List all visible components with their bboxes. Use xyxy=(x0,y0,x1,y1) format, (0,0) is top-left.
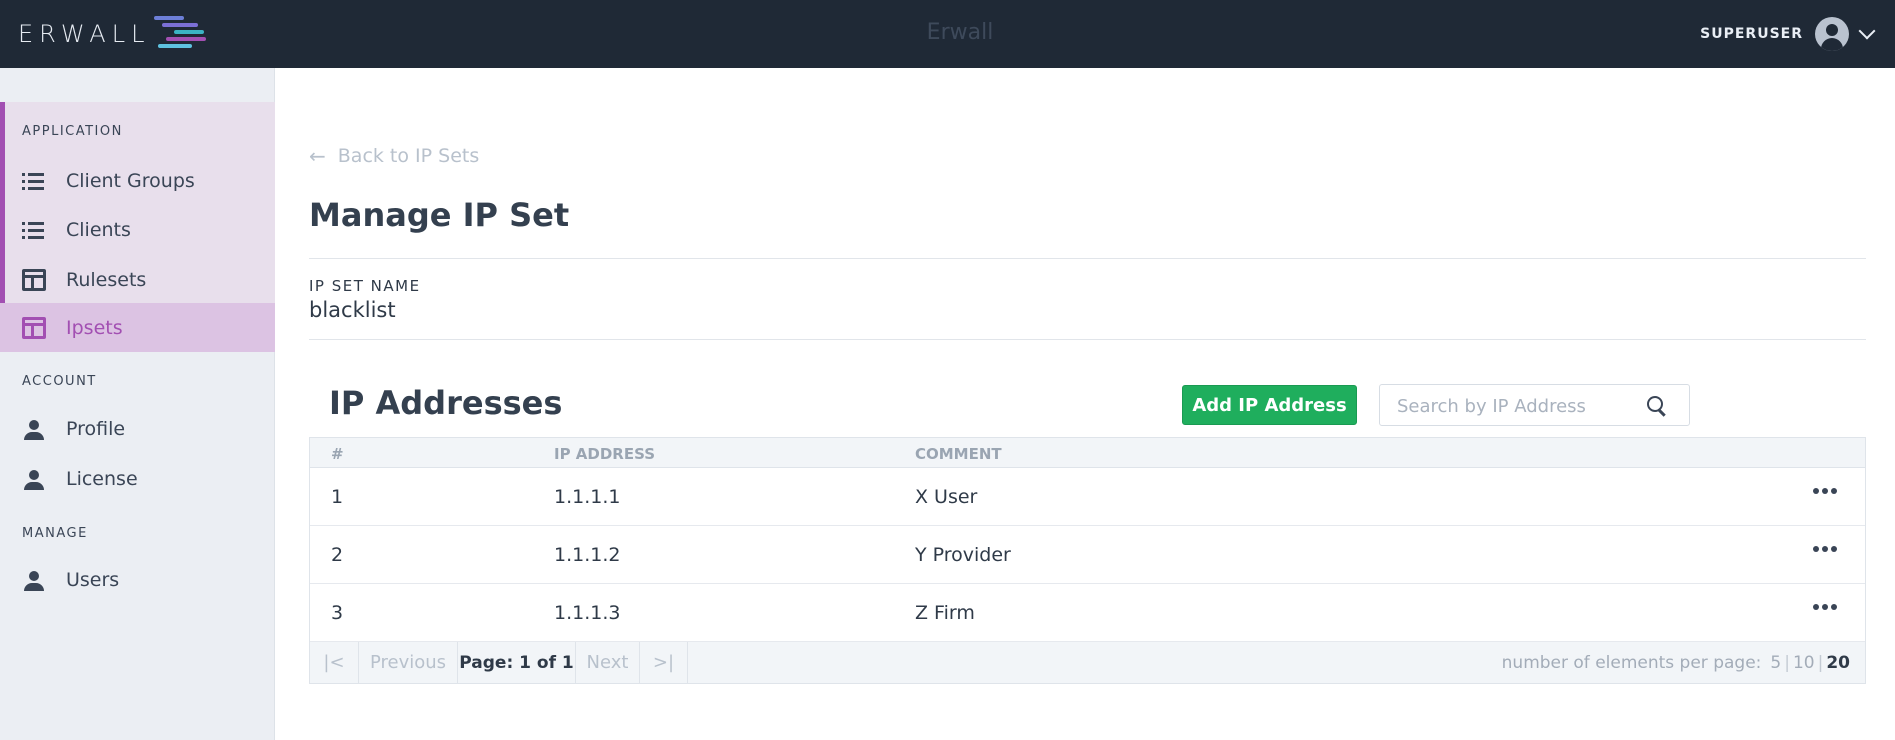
window-icon xyxy=(22,316,46,339)
cell-number: 2 xyxy=(331,544,344,566)
user-menu[interactable]: SUPERUSER xyxy=(1700,16,1876,52)
add-ip-address-button[interactable]: Add IP Address xyxy=(1182,385,1357,425)
cell-comment: X User xyxy=(915,486,978,508)
more-actions-icon[interactable] xyxy=(1813,604,1837,610)
more-actions-icon[interactable] xyxy=(1813,488,1837,494)
ipset-name-value: blacklist xyxy=(309,298,396,322)
search-placeholder: Search by IP Address xyxy=(1397,396,1586,417)
first-page-button[interactable]: |< xyxy=(310,642,359,683)
window-icon xyxy=(22,268,46,291)
per-page-label: number of elements per page: xyxy=(1501,653,1762,673)
per-page-selector: number of elements per page: 5 | 10 | 20 xyxy=(1502,653,1853,673)
sidebar-item-label: Rulesets xyxy=(66,268,147,291)
cell-ip-address: 1.1.1.2 xyxy=(554,544,621,566)
sidebar-item-profile[interactable]: Profile xyxy=(0,404,275,453)
sidebar-item-users[interactable]: Users xyxy=(0,555,275,604)
ipset-name-label: IP SET NAME xyxy=(309,277,421,295)
search-icon[interactable] xyxy=(1647,396,1667,416)
search-input[interactable]: Search by IP Address xyxy=(1379,384,1690,426)
section-label-application: APPLICATION xyxy=(22,124,123,139)
back-link[interactable]: ← Back to IP Sets xyxy=(309,144,479,168)
table-row: 1 1.1.1.1 X User xyxy=(310,468,1865,526)
divider xyxy=(309,258,1866,259)
sidebar-item-label: License xyxy=(66,467,138,490)
cell-number: 1 xyxy=(331,486,344,508)
list-icon xyxy=(22,170,46,192)
table-row: 3 1.1.1.3 Z Firm xyxy=(310,584,1865,642)
column-header-number: # xyxy=(331,445,344,463)
avatar[interactable] xyxy=(1815,17,1849,51)
section-label-manage: MANAGE xyxy=(22,526,88,541)
sidebar-item-label: Profile xyxy=(66,417,126,440)
chevron-down-icon[interactable] xyxy=(1858,22,1876,40)
user-name[interactable]: SUPERUSER xyxy=(1700,26,1803,42)
sidebar: APPLICATION Client Groups Clients Rulese… xyxy=(0,68,275,740)
sidebar-item-ipsets[interactable]: Ipsets xyxy=(0,303,275,352)
cell-comment: Y Provider xyxy=(915,544,1011,566)
section-title: IP Addresses xyxy=(329,384,563,422)
person-icon xyxy=(22,468,46,490)
cell-comment: Z Firm xyxy=(915,602,975,624)
sidebar-item-license[interactable]: License xyxy=(0,454,275,503)
sidebar-item-label: Clients xyxy=(66,218,131,241)
sidebar-item-label: Ipsets xyxy=(66,316,123,339)
list-icon xyxy=(22,219,46,241)
column-header-ip-address: IP ADDRESS xyxy=(554,445,656,463)
app-title: Erwall xyxy=(926,20,994,45)
table-row: 2 1.1.1.2 Y Provider xyxy=(310,526,1865,584)
divider xyxy=(309,339,1866,340)
cell-number: 3 xyxy=(331,602,344,624)
page-title: Manage IP Set xyxy=(309,196,570,234)
back-link-label: Back to IP Sets xyxy=(337,145,480,167)
sidebar-item-label: Users xyxy=(66,568,120,591)
per-page-option-20[interactable]: 20 xyxy=(1823,653,1853,673)
per-page-option-10[interactable]: 10 xyxy=(1790,653,1818,673)
more-actions-icon[interactable] xyxy=(1813,546,1837,552)
table-header: # IP ADDRESS COMMENT xyxy=(310,438,1865,468)
previous-page-button[interactable]: Previous xyxy=(359,642,458,683)
person-icon xyxy=(22,418,46,440)
last-page-button[interactable]: >| xyxy=(640,642,688,683)
cell-ip-address: 1.1.1.1 xyxy=(554,486,621,508)
sidebar-item-client-groups[interactable]: Client Groups xyxy=(0,156,275,205)
sidebar-item-clients[interactable]: Clients xyxy=(0,205,275,254)
page-info: Page: 1 of 1 xyxy=(458,642,576,683)
cell-ip-address: 1.1.1.3 xyxy=(554,602,621,624)
section-label-account: ACCOUNT xyxy=(22,374,97,389)
ip-address-table: # IP ADDRESS COMMENT 1 1.1.1.1 X User 2 … xyxy=(309,437,1866,684)
next-page-button[interactable]: Next xyxy=(576,642,640,683)
arrow-left-icon: ← xyxy=(309,144,326,168)
sidebar-item-rulesets[interactable]: Rulesets xyxy=(0,255,275,304)
person-icon xyxy=(22,569,46,591)
sidebar-item-label: Client Groups xyxy=(66,169,195,192)
top-bar: ERWALL Erwall SUPERUSER xyxy=(0,0,1895,68)
per-page-option-5[interactable]: 5 xyxy=(1767,653,1784,673)
pagination: |< Previous Page: 1 of 1 Next >| number … xyxy=(310,642,1865,683)
column-header-comment: COMMENT xyxy=(915,445,1002,463)
